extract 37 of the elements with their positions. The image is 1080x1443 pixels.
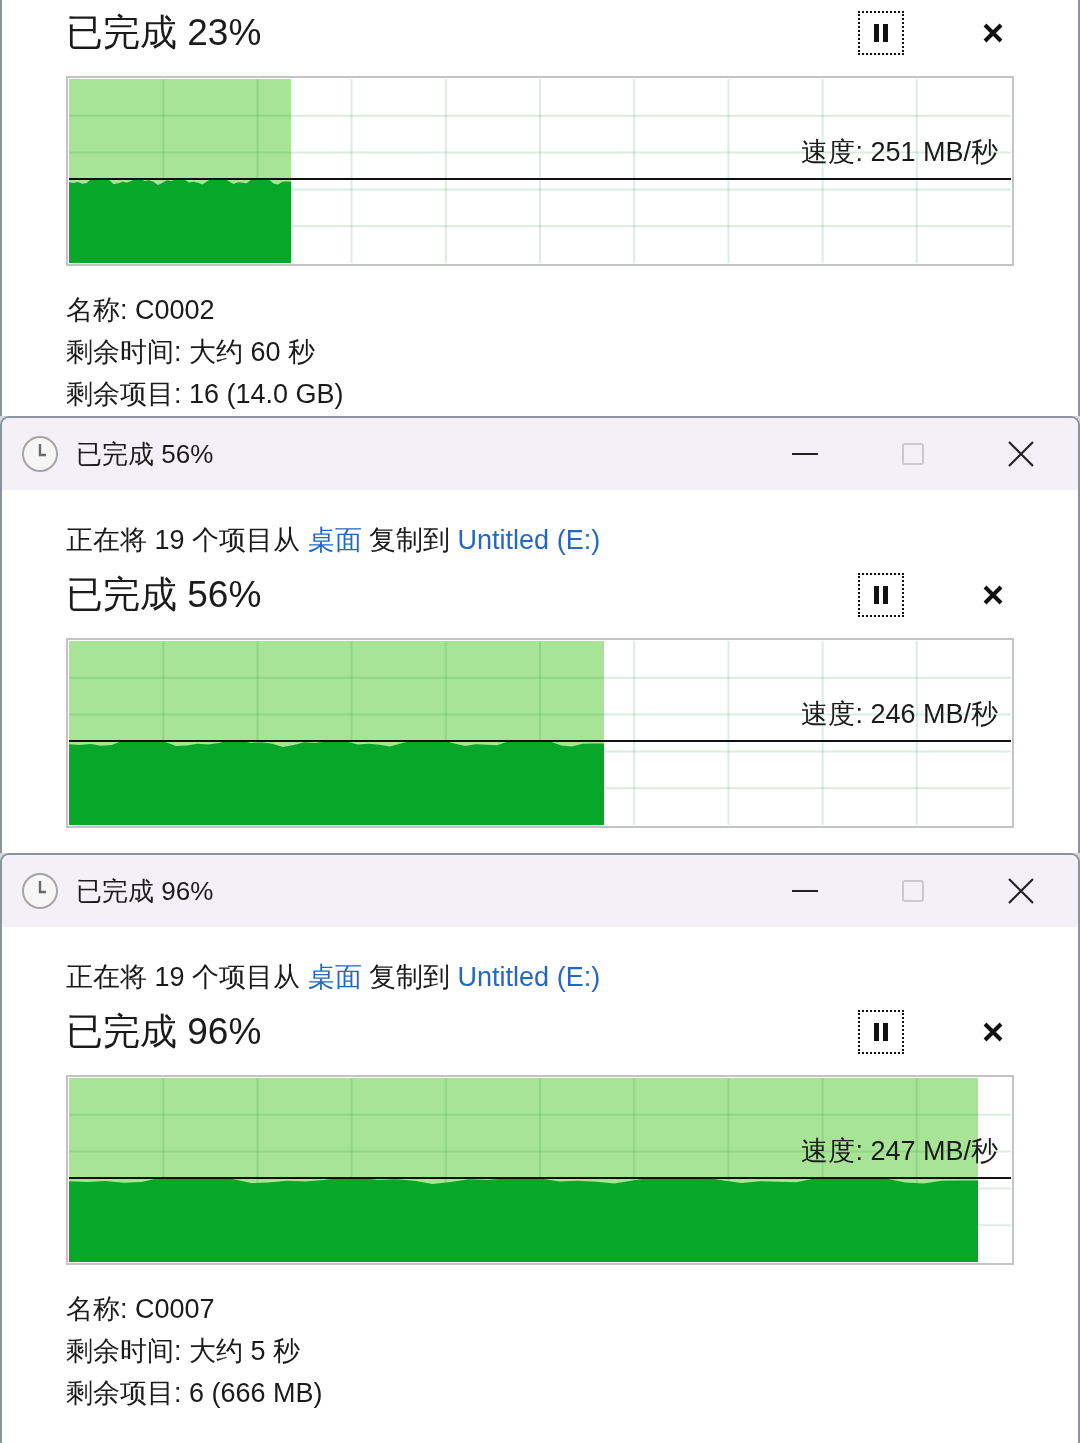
detail-text: 剩余项目: 16 (14.0 GB) xyxy=(66,378,344,411)
speed-label: 速度: 247 MB/秒 xyxy=(801,1135,998,1168)
speed-label: 速度: 246 MB/秒 xyxy=(801,698,998,731)
location-link[interactable]: 桌面 xyxy=(307,962,362,992)
speed-label: 速度: 251 MB/秒 xyxy=(801,136,998,169)
minimize-icon xyxy=(792,453,818,455)
pause-icon xyxy=(872,586,890,604)
progress-heading: 已完成 23% xyxy=(66,11,263,55)
close-icon xyxy=(983,585,1003,605)
close-icon xyxy=(983,1022,1003,1042)
location-link[interactable]: Untitled (E:) xyxy=(457,525,601,555)
pause-icon xyxy=(872,24,890,42)
pause-button[interactable] xyxy=(858,1010,904,1054)
close-icon xyxy=(1008,441,1034,467)
detail-text: 剩余时间: 大约 60 秒 xyxy=(66,336,316,369)
close-icon xyxy=(1008,878,1034,904)
detail-text: 名称: C0002 xyxy=(66,294,215,327)
close-icon xyxy=(983,23,1003,43)
maximize-icon xyxy=(902,880,924,902)
detail-text: 剩余时间: 大约 5 秒 xyxy=(66,1335,301,1368)
copy-status-text: 正在将 19 个项目从 桌面 复制到 Untitled (E:) xyxy=(66,961,602,994)
pause-button[interactable] xyxy=(858,573,904,617)
pause-button[interactable] xyxy=(858,11,904,55)
progress-heading: 已完成 56% xyxy=(66,573,263,617)
window-title: 已完成 56% xyxy=(76,438,215,471)
location-link[interactable]: Untitled (E:) xyxy=(457,962,601,992)
maximize-icon xyxy=(902,443,924,465)
location-link[interactable]: 桌面 xyxy=(307,525,362,555)
pause-icon xyxy=(872,1023,890,1041)
window-title: 已完成 96% xyxy=(76,875,215,908)
progress-heading: 已完成 96% xyxy=(66,1010,263,1054)
clock-icon xyxy=(22,436,58,472)
minimize-icon xyxy=(792,890,818,892)
detail-text: 剩余项目: 6 (666 MB) xyxy=(66,1377,323,1410)
copy-status-text: 正在将 19 个项目从 桌面 复制到 Untitled (E:) xyxy=(66,524,602,557)
clock-icon xyxy=(22,873,58,909)
detail-text: 名称: C0007 xyxy=(66,1293,215,1326)
